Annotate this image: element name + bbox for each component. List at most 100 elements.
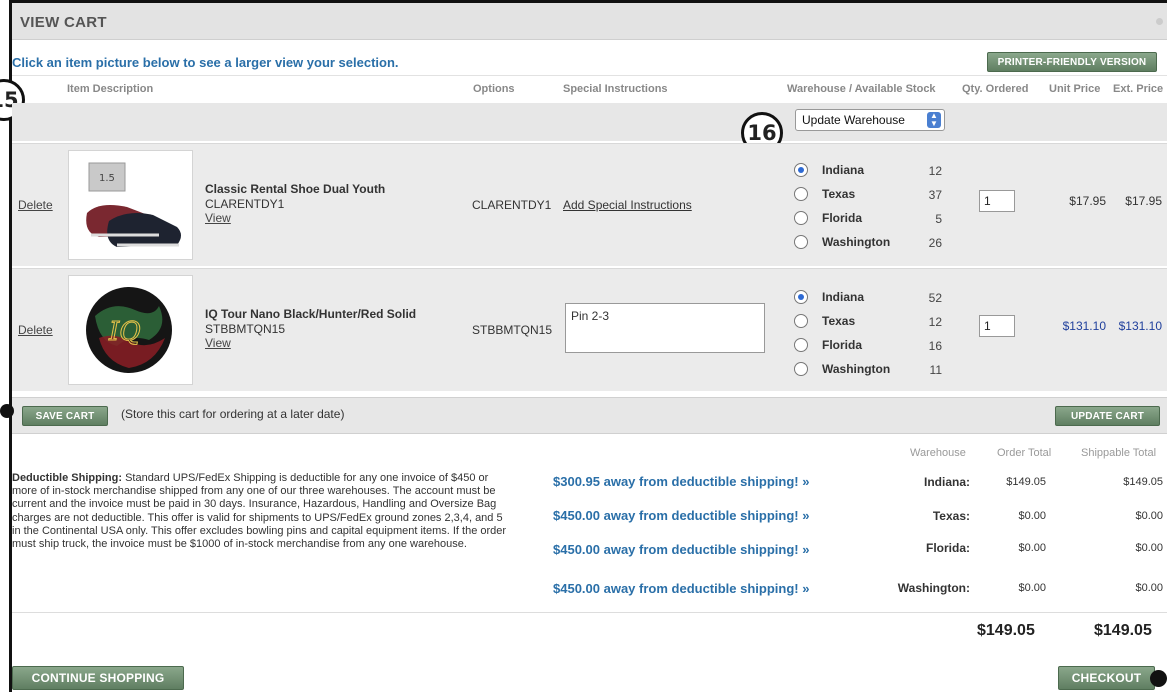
order-total: $0.00 xyxy=(1018,542,1046,554)
col-unit-price: Unit Price xyxy=(1049,83,1101,95)
svg-text:IQ: IQ xyxy=(108,317,141,347)
radio-button[interactable] xyxy=(794,362,808,376)
col-special-instructions: Special Instructions xyxy=(563,83,668,95)
item-sku: CLARENTDY1 xyxy=(205,197,285,211)
svg-text:1.5: 1.5 xyxy=(99,173,115,184)
col-warehouse-stock: Warehouse / Available Stock xyxy=(787,83,936,95)
item-name: Classic Rental Shoe Dual Youth xyxy=(205,182,386,196)
warehouse-option[interactable]: Washington xyxy=(794,235,890,249)
warehouse-name: Texas xyxy=(822,187,856,201)
view-link[interactable]: View xyxy=(205,211,231,225)
deductible-shipping-link[interactable]: $450.00 away from deductible shipping! » xyxy=(553,581,809,596)
col-shippable-total: Shippable Total xyxy=(1081,447,1157,459)
save-cart-button[interactable]: SAVE CART xyxy=(22,406,108,426)
warehouse-label: Texas: xyxy=(932,509,970,523)
warehouse-name: Washington xyxy=(822,362,891,376)
checkout-button[interactable]: CHECKOUT xyxy=(1058,666,1155,690)
view-link[interactable]: View xyxy=(205,336,231,350)
warehouse-option[interactable]: Washington xyxy=(794,362,890,376)
radio-button[interactable] xyxy=(794,163,808,177)
warehouse-option[interactable]: Texas xyxy=(794,314,855,328)
warehouse-update-strip xyxy=(12,103,1167,141)
shippable-total: $0.00 xyxy=(1135,542,1163,554)
warehouse-stock: 11 xyxy=(929,363,942,377)
grand-shippable-total: $149.05 xyxy=(1094,622,1152,639)
special-instructions-textarea[interactable]: Pin 2-3 xyxy=(565,303,765,353)
warehouse-label: Washington: xyxy=(897,581,970,595)
radio-button[interactable] xyxy=(794,235,808,249)
deductible-shipping-link[interactable]: $300.95 away from deductible shipping! » xyxy=(553,474,809,489)
radio-button[interactable] xyxy=(794,187,808,201)
printer-friendly-button[interactable]: PRINTER-FRIENDLY VERSION xyxy=(987,52,1157,72)
col-warehouse: Warehouse xyxy=(910,447,966,459)
continue-shopping-button[interactable]: CONTINUE SHOPPING xyxy=(12,666,184,690)
deductible-shipping-link[interactable]: $450.00 away from deductible shipping! » xyxy=(553,508,809,523)
col-item-description: Item Description xyxy=(67,83,154,95)
radio-button[interactable] xyxy=(794,290,808,304)
warehouse-stock: 5 xyxy=(935,212,942,226)
shippable-total: $0.00 xyxy=(1135,582,1163,594)
col-order-total: Order Total xyxy=(997,447,1052,459)
delete-link[interactable]: Delete xyxy=(18,198,53,212)
item-option: STBBMTQN15 xyxy=(472,323,553,337)
unit-price: $17.95 xyxy=(1069,194,1106,208)
warehouse-name: Indiana xyxy=(822,163,865,177)
warehouse-option[interactable]: Indiana xyxy=(794,290,864,304)
item-name: IQ Tour Nano Black/Hunter/Red Solid xyxy=(205,307,417,321)
deductible-shipping-link[interactable]: $450.00 away from deductible shipping! » xyxy=(553,542,809,557)
column-headers: Item Description Options Special Instruc… xyxy=(12,75,1167,102)
col-options: Options xyxy=(473,83,515,95)
radio-button[interactable] xyxy=(794,314,808,328)
shippable-total: $149.05 xyxy=(1123,476,1163,488)
update-cart-button[interactable]: UPDATE CART xyxy=(1055,406,1160,426)
cart-item-row: Delete 1.5 Classic Rental Shoe Dual Yout… xyxy=(12,143,1167,266)
ext-price: $17.95 xyxy=(1125,194,1162,208)
radio-button[interactable] xyxy=(794,338,808,352)
item-thumbnail-ball[interactable]: IQ xyxy=(68,275,193,385)
hint-text: Click an item picture below to see a lar… xyxy=(12,55,399,70)
col-qty: Qty. Ordered xyxy=(962,83,1029,95)
page-title: VIEW CART xyxy=(20,14,107,31)
divider xyxy=(12,612,1167,613)
deductible-shipping-text: Deductible Shipping: Standard UPS/FedEx … xyxy=(12,472,512,551)
warehouse-option[interactable]: Indiana xyxy=(794,163,864,177)
item-thumbnail-shoe[interactable]: 1.5 xyxy=(68,150,193,260)
warehouse-label: Indiana: xyxy=(923,475,970,489)
item-option: CLARENTDY1 xyxy=(472,198,552,212)
quantity-input[interactable]: 1 xyxy=(979,315,1015,337)
warehouse-option[interactable]: Florida xyxy=(794,211,862,225)
warehouse-stock: 16 xyxy=(928,339,942,353)
warehouse-option[interactable]: Florida xyxy=(794,338,862,352)
title-bar: VIEW CART xyxy=(12,3,1167,40)
warehouse-name: Texas xyxy=(822,314,856,328)
warehouse-name: Indiana xyxy=(822,290,865,304)
warehouse-name: Florida xyxy=(822,211,863,225)
radio-button[interactable] xyxy=(794,211,808,225)
callout-bullet xyxy=(0,404,14,418)
warehouse-label: Florida: xyxy=(926,541,970,555)
warehouse-stock: 12 xyxy=(928,315,942,329)
add-special-instructions-link[interactable]: Add Special Instructions xyxy=(563,198,692,212)
deductible-shipping-label: Deductible Shipping: xyxy=(12,472,122,484)
order-total: $0.00 xyxy=(1018,582,1046,594)
warehouse-stock: 52 xyxy=(928,291,942,305)
warehouse-stock: 12 xyxy=(928,164,942,178)
unit-price: $131.10 xyxy=(1062,319,1106,333)
cart-item-row: Delete IQ IQ Tour Nano Black/Hunter/Red … xyxy=(12,268,1167,391)
select-arrows-icon: ▲ ▼ xyxy=(927,112,941,128)
warehouse-option[interactable]: Texas xyxy=(794,187,855,201)
warehouse-stock: 26 xyxy=(928,236,942,250)
item-sku: STBBMTQN15 xyxy=(205,322,286,336)
quantity-input[interactable]: 1 xyxy=(979,190,1015,212)
window-dot-icon xyxy=(1156,18,1163,25)
order-total: $149.05 xyxy=(1006,476,1046,488)
shippable-total: $0.00 xyxy=(1135,510,1163,522)
update-warehouse-select[interactable]: Update Warehouse ▲ ▼ xyxy=(795,109,945,131)
ext-price: $131.10 xyxy=(1118,319,1162,333)
delete-link[interactable]: Delete xyxy=(18,323,53,337)
warehouse-stock: 37 xyxy=(928,188,942,202)
order-total: $0.00 xyxy=(1018,510,1046,522)
col-ext-price: Ext. Price xyxy=(1113,83,1164,95)
warehouse-name: Washington xyxy=(822,235,891,249)
callout-bullet xyxy=(1150,670,1167,687)
